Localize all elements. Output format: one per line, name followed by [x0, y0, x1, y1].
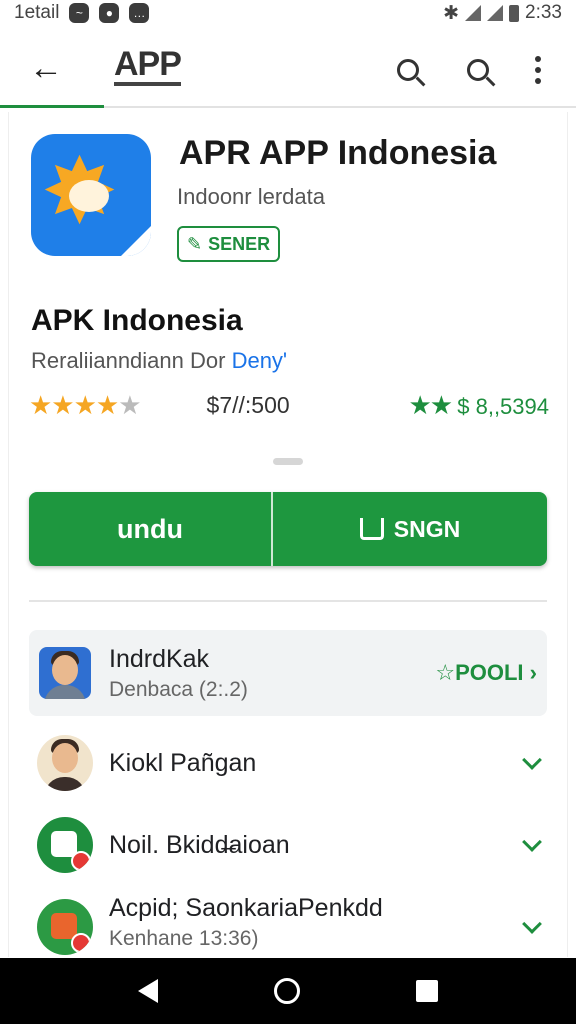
list-item[interactable]: Kiokl Pañgan: [29, 722, 547, 804]
chevron-down-icon[interactable]: [522, 750, 542, 770]
sign-button-label: SNGN: [393, 515, 461, 542]
related-list: IndrdKak Denbaca (2:.2) ☆POOLI › Kiokl P…: [29, 630, 547, 968]
search-icon-secondary[interactable]: [458, 50, 498, 90]
drag-handle[interactable]: [273, 458, 303, 465]
download-button[interactable]: undu: [29, 492, 273, 566]
price-text: $7//:500: [206, 391, 290, 418]
nav-back-icon[interactable]: [138, 979, 158, 1003]
follow-button[interactable]: ☆POOLI ›: [435, 660, 537, 686]
tab-indicator: [0, 105, 104, 108]
list-item-text: IndrdKak Denbaca (2:.2): [109, 645, 248, 702]
action-bar: undu SNGN: [29, 492, 547, 566]
fox-face-icon: [69, 180, 109, 212]
rating-row: ★★★★★ $7//:500 ★★ $ 8,,5394: [29, 388, 549, 422]
list-item-subtitle: Kenhane 13:36): [109, 927, 259, 950]
nav-recents-icon[interactable]: [416, 980, 438, 1002]
badge-label: SENER: [208, 233, 271, 254]
wifi-icon: [487, 5, 504, 21]
back-arrow-icon[interactable]: ←: [26, 50, 66, 86]
app-name: APR APP Indonesia: [179, 134, 497, 172]
editor-badge[interactable]: ✎ SENER: [177, 226, 281, 262]
search-glyph: [397, 59, 419, 81]
status-time: 2:33: [525, 2, 562, 23]
developer-name[interactable]: Indoonr lerdata: [177, 184, 325, 210]
app-detail-content: ✸ APR APP Indonesia Indoonr lerdata ✎ SE…: [8, 112, 568, 957]
app-icon: ✸: [31, 134, 151, 256]
chevron-down-icon[interactable]: [522, 832, 542, 852]
more-vert-icon[interactable]: [518, 50, 558, 90]
status-bar: 1etail ~ ● … ✱ 2:33: [0, 0, 576, 26]
list-item[interactable]: Acpid; SaonkariaPenkdd Kenhane 13:36): [29, 886, 547, 968]
list-item-text: Kiokl Pañgan: [109, 749, 256, 778]
list-item-title: IndrdKak: [109, 644, 210, 673]
list-item[interactable]: Noil. Bkidd̶aioan: [29, 804, 547, 886]
status-left: 1etail ~ ● …: [14, 2, 150, 24]
list-item-text: Acpid; SaonkariaPenkdd Kenhane 13:36): [109, 894, 383, 951]
app-bar: ← APP: [0, 30, 576, 108]
status-right: ✱ 2:33: [443, 2, 562, 25]
signal-icon: [465, 5, 482, 21]
subtitle-text: Reraliianndiann Dor: [31, 348, 226, 373]
kebab-dots: [535, 56, 541, 84]
list-item-title: Noil. Bkidd̶aioan: [109, 830, 290, 859]
search-glyph-secondary: [467, 59, 489, 81]
avatar: [37, 735, 93, 791]
bluetooth-icon: ✱: [443, 2, 460, 24]
green-stars-icon: ★★: [408, 389, 454, 420]
list-item[interactable]: IndrdKak Denbaca (2:.2) ☆POOLI ›: [29, 630, 547, 716]
list-item-title: Kiokl Pañgan: [109, 748, 257, 777]
battery-icon: [509, 4, 520, 22]
list-item-text: Noil. Bkidd̶aioan: [109, 831, 290, 860]
tray-icon: [359, 518, 384, 540]
search-icon[interactable]: [388, 50, 428, 90]
page-curl-icon: [121, 226, 151, 256]
green-rating-value: $ 8,,5394: [457, 393, 549, 419]
list-item-subtitle: Denbaca (2:.2): [109, 677, 248, 701]
avatar: [39, 647, 91, 699]
page-title: APP: [114, 46, 182, 86]
sign-button[interactable]: SNGN: [273, 492, 547, 566]
edit-icon: ✎: [187, 233, 203, 254]
nav-home-icon[interactable]: [274, 978, 300, 1004]
status-carrier: 1etail: [14, 2, 60, 23]
app-avatar: [37, 817, 93, 873]
subtitle-line: Reraliianndiann Dor Deny': [31, 348, 287, 374]
message-notification-icon: …: [129, 3, 150, 23]
list-item-title: Acpid; SaonkariaPenkdd: [109, 894, 383, 922]
chevron-down-icon[interactable]: [522, 914, 542, 934]
app-notification-icon: ●: [99, 3, 120, 23]
section-title: APK Indonesia: [31, 304, 243, 337]
app-avatar: [37, 899, 93, 955]
system-nav-bar: [0, 958, 576, 1024]
chart-notification-icon: ~: [69, 3, 90, 23]
green-rating: ★★ $ 8,,5394: [409, 390, 550, 421]
divider: [29, 600, 547, 602]
subtitle-link[interactable]: Deny': [232, 348, 288, 373]
rating-stars: ★★★★★: [29, 389, 142, 420]
